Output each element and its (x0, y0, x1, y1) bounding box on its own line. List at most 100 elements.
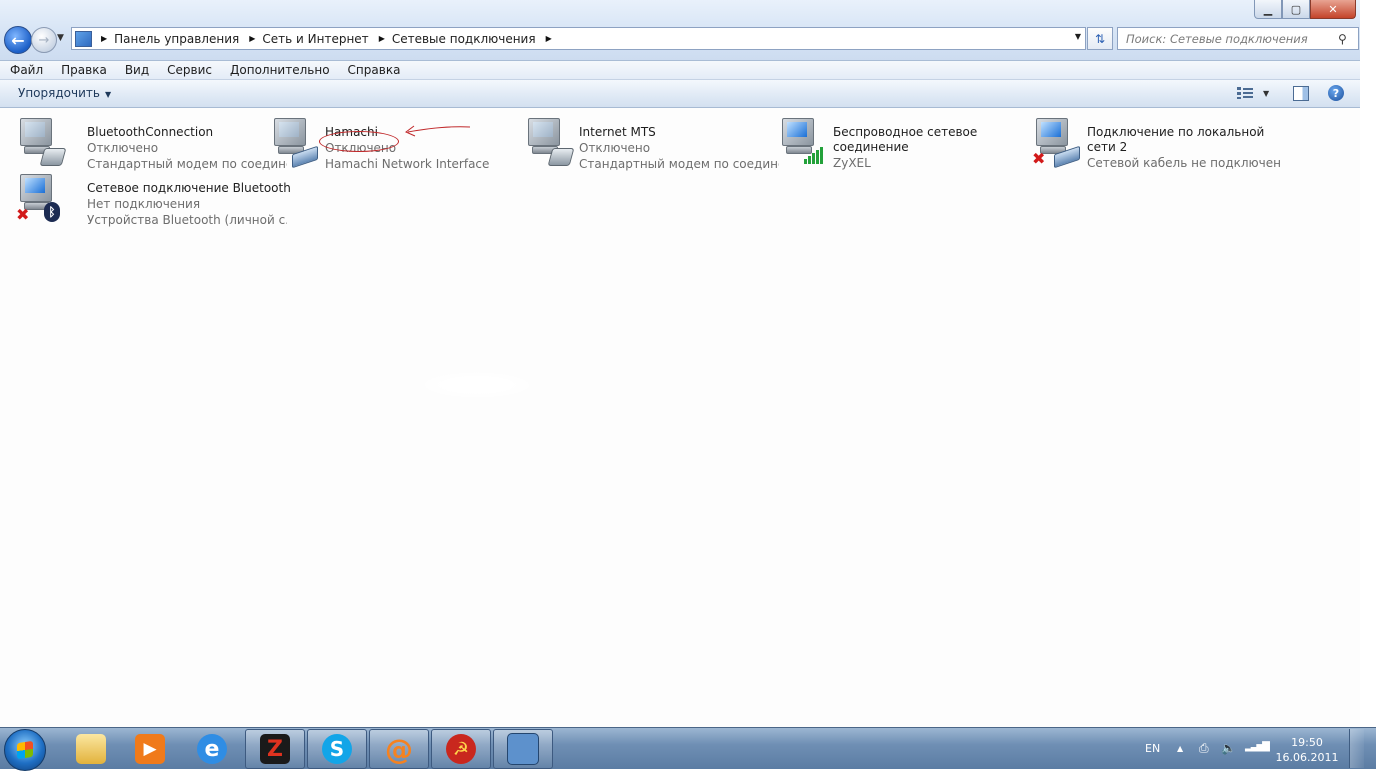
usb-device-icon[interactable]: ⎙ (1199, 741, 1213, 755)
breadcrumb-chevron-icon[interactable]: ▶ (101, 34, 107, 43)
connection-device: Стандартный модем по соедине... (87, 157, 287, 171)
language-indicator[interactable]: EN (1145, 728, 1160, 769)
internet-explorer-icon: e (197, 734, 227, 764)
window-edge (1360, 0, 1376, 727)
menu-advanced[interactable]: Дополнительно (220, 63, 338, 77)
search-input[interactable] (1118, 30, 1338, 47)
organize-button[interactable]: Упорядочить ▼ (18, 86, 111, 100)
connections-view: BluetoothConnection Отключено Стандартны… (0, 108, 1360, 727)
network-connections-icon (507, 733, 539, 765)
bluetooth-icon: ᛒ (44, 202, 60, 222)
hammer-sickle-icon: ☭ (446, 734, 476, 764)
chevron-down-icon: ▼ (104, 90, 112, 99)
taskbar-network-connections[interactable] (493, 729, 553, 769)
control-panel-icon (75, 30, 92, 47)
breadcrumb-control-panel[interactable]: Панель управления (114, 32, 239, 46)
breadcrumb-network-connections[interactable]: Сетевые подключения (392, 32, 536, 46)
monitor-icon (1036, 118, 1068, 146)
monitor-icon (274, 118, 306, 146)
image-smudge (418, 371, 536, 399)
monitor-icon (782, 118, 814, 146)
taskbar-skype[interactable]: S (307, 729, 367, 769)
connection-item-internet-mts[interactable]: Internet MTS Отключено Стандартный модем… (524, 116, 779, 171)
connection-item-wireless[interactable]: Беспроводное сетевое соединение ZyXEL (778, 116, 1028, 170)
arrow-left-icon: ← (11, 30, 25, 50)
error-x-icon: ✖ (16, 205, 30, 224)
address-history-dropdown[interactable]: ▼ (1075, 32, 1081, 41)
menu-tools[interactable]: Сервис (157, 63, 220, 77)
preview-pane-icon[interactable] (1293, 86, 1309, 101)
connection-name: Internet MTS (579, 125, 656, 139)
back-button[interactable]: ← (4, 26, 32, 54)
start-button[interactable] (4, 729, 46, 771)
show-hidden-icons-icon[interactable]: ▲ (1177, 728, 1183, 769)
connection-status: Отключено (579, 141, 651, 155)
connection-icon (778, 116, 826, 168)
refresh-icon: ⇅ (1094, 31, 1106, 46)
system-clock[interactable]: 19:50 16.06.2011 (1274, 735, 1340, 765)
recent-pages-dropdown[interactable]: ▼ (57, 33, 64, 43)
connection-icon (524, 116, 575, 168)
connection-status: Нет подключения (87, 197, 201, 211)
taskbar: ▶ e Z S @ ☭ EN ▲ ⎙ 🔈 ▂▃▅▇ 19:50 16.06.20… (0, 727, 1376, 771)
modem-icon (39, 148, 67, 166)
windows-logo-icon (17, 740, 33, 760)
show-desktop-button[interactable] (1349, 729, 1364, 768)
taskbar-media-player[interactable]: ▶ (120, 729, 180, 769)
wifi-signal-icon[interactable]: ▂▃▅▇ (1245, 741, 1270, 755)
help-icon[interactable]: ? (1328, 85, 1344, 101)
connection-name: BluetoothConnection (87, 125, 214, 139)
menu-bar: Файл Правка Вид Сервис Дополнительно Спр… (0, 61, 1360, 80)
taskbar-game[interactable]: Z (245, 729, 305, 769)
breadcrumb-chevron-icon[interactable]: ▶ (379, 34, 385, 43)
connection-icon (270, 116, 318, 169)
menu-file[interactable]: Файл (0, 63, 51, 77)
forward-button[interactable]: → (31, 27, 57, 53)
connection-device: Hamachi Network Interface (325, 157, 490, 171)
error-x-icon: ✖ (1032, 149, 1046, 168)
clock-time: 19:50 (1291, 736, 1323, 749)
change-view-icon[interactable] (1237, 86, 1253, 100)
mail-agent-icon: @ (385, 732, 413, 766)
connection-device: Устройства Bluetooth (личной с... (87, 213, 287, 227)
breadcrumb-chevron-icon[interactable]: ▶ (249, 34, 255, 43)
connection-device: Сетевой кабель не подключен (1087, 156, 1281, 170)
media-player-icon: ▶ (135, 734, 165, 764)
connection-icon (16, 116, 67, 168)
menu-edit[interactable]: Правка (51, 63, 115, 77)
window-titlebar: ▁ ▢ ✕ ← → ▼ ▶ Панель управления ▶ Сеть и… (0, 0, 1360, 61)
search-box[interactable]: ⚲ (1117, 27, 1359, 50)
address-bar[interactable]: ▶ Панель управления ▶ Сеть и Интернет ▶ … (71, 27, 1086, 50)
connection-device: ZyXEL (833, 156, 871, 170)
search-icon[interactable]: ⚲ (1338, 32, 1354, 46)
taskbar-red-star-app[interactable]: ☭ (431, 729, 491, 769)
command-bar: Упорядочить ▼ ▼ ? (0, 80, 1360, 108)
wifi-signal-icon (804, 146, 828, 164)
refresh-button[interactable]: ⇅ (1087, 27, 1113, 50)
modem-icon (547, 148, 575, 166)
connection-item-bluetooth-network[interactable]: ✖ ᛒ Сетевое подключение Bluetooth Нет по… (16, 172, 291, 227)
monitor-icon (20, 118, 52, 146)
taskbar-internet-explorer[interactable]: e (182, 729, 242, 769)
breadcrumb-network-internet[interactable]: Сеть и Интернет (262, 32, 368, 46)
clock-date: 16.06.2011 (1275, 751, 1339, 764)
arrow-right-icon: → (38, 32, 50, 48)
maximize-button[interactable]: ▢ (1282, 0, 1310, 19)
monitor-icon (20, 174, 52, 202)
annotation-oval (319, 131, 399, 152)
menu-view[interactable]: Вид (115, 63, 157, 77)
volume-icon[interactable]: 🔈 (1221, 741, 1236, 755)
connection-name: Подключение по локальной сети 2 (1087, 125, 1265, 154)
breadcrumb-chevron-icon[interactable]: ▶ (546, 34, 552, 43)
connection-name: Сетевое подключение Bluetooth (87, 181, 291, 195)
taskbar-explorer[interactable] (61, 729, 121, 769)
annotation-arrow-icon (405, 125, 471, 137)
connection-item-bluetoothconnection[interactable]: BluetoothConnection Отключено Стандартны… (16, 116, 287, 171)
view-options-dropdown[interactable]: ▼ (1263, 89, 1269, 98)
close-button[interactable]: ✕ (1310, 0, 1356, 19)
taskbar-mail-agent[interactable]: @ (369, 729, 429, 769)
skype-icon: S (322, 734, 352, 764)
connection-item-lan-2[interactable]: ✖ Подключение по локальной сети 2 Сетево… (1032, 116, 1282, 170)
menu-help[interactable]: Справка (338, 63, 409, 77)
minimize-button[interactable]: ▁ (1254, 0, 1282, 19)
